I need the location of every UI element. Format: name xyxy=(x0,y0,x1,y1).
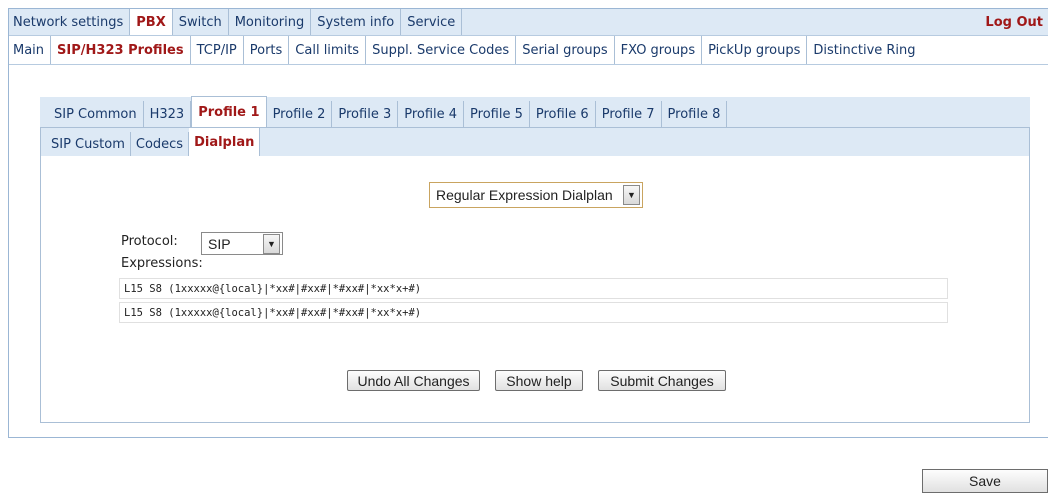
sub-tabs-bar: SIP Custom Codecs Dialplan xyxy=(41,128,1029,156)
protocol-label: Protocol: xyxy=(121,234,178,249)
tab-distinctive-ring[interactable]: Distinctive Ring xyxy=(807,36,921,64)
tab-sip-h323-profiles[interactable]: SIP/H323 Profiles xyxy=(51,36,191,64)
logout-link[interactable]: Log Out xyxy=(985,15,1048,30)
tab-serial-groups[interactable]: Serial groups xyxy=(516,36,615,64)
tab-profile-6[interactable]: Profile 6 xyxy=(530,101,596,127)
tab-profile-4[interactable]: Profile 4 xyxy=(398,101,465,127)
tab-sip-common[interactable]: SIP Common xyxy=(40,101,144,127)
profile-content: SIP Custom Codecs Dialplan Regular Expre… xyxy=(40,127,1030,423)
tab-profile-7[interactable]: Profile 7 xyxy=(596,101,662,127)
tab-codecs[interactable]: Codecs xyxy=(131,132,190,156)
tab-sip-custom[interactable]: SIP Custom xyxy=(41,132,131,156)
tab-profile-8[interactable]: Profile 8 xyxy=(662,101,728,127)
tab-pbx[interactable]: PBX xyxy=(130,9,173,35)
pbx-nav-bar: Main SIP/H323 Profiles TCP/IP Ports Call… xyxy=(9,36,1048,65)
tab-profile-2[interactable]: Profile 2 xyxy=(267,101,333,127)
tab-pickup-groups[interactable]: PickUp groups xyxy=(702,36,808,64)
expression-field[interactable]: L15 S8 (1xxxxx@{local}|*xx#|#xx#|*#xx#|*… xyxy=(119,302,948,323)
save-button[interactable]: Save xyxy=(922,469,1048,493)
tab-system-info[interactable]: System info xyxy=(311,9,402,35)
tab-network-settings[interactable]: Network settings xyxy=(9,9,131,35)
tab-profile-1[interactable]: Profile 1 xyxy=(191,96,267,127)
expression-field[interactable]: L15 S8 (1xxxxx@{local}|*xx#|#xx#|*#xx#|*… xyxy=(119,278,948,299)
tab-tcp-ip[interactable]: TCP/IP xyxy=(191,36,244,64)
protocol-value: SIP xyxy=(208,235,231,252)
tab-h323[interactable]: H323 xyxy=(144,101,192,127)
main-frame: Network settings PBX Switch Monitoring S… xyxy=(8,8,1048,438)
tab-suppl-service-codes[interactable]: Suppl. Service Codes xyxy=(366,36,517,64)
tab-fxo-groups[interactable]: FXO groups xyxy=(615,36,703,64)
chevron-down-icon: ▼ xyxy=(623,185,640,205)
chevron-down-icon: ▼ xyxy=(263,233,280,254)
tab-profile-5[interactable]: Profile 5 xyxy=(464,101,530,127)
undo-all-changes-button[interactable]: Undo All Changes xyxy=(347,370,480,391)
tab-dialplan[interactable]: Dialplan xyxy=(189,128,261,156)
profile-tabs-bar: SIP Common H323 Profile 1 Profile 2 Prof… xyxy=(40,96,1030,127)
dialplan-content: Regular Expression Dialplan ▼ Protocol: … xyxy=(41,156,1029,422)
tab-call-limits[interactable]: Call limits xyxy=(289,36,367,64)
dialplan-mode-select[interactable]: Regular Expression Dialplan ▼ xyxy=(429,182,643,208)
submit-changes-button[interactable]: Submit Changes xyxy=(598,370,726,391)
tab-switch[interactable]: Switch xyxy=(173,9,229,35)
protocol-select[interactable]: SIP ▼ xyxy=(201,232,283,255)
profile-panel: SIP Common H323 Profile 1 Profile 2 Prof… xyxy=(40,96,1030,423)
tab-main[interactable]: Main xyxy=(9,36,52,64)
dialplan-mode-value: Regular Expression Dialplan xyxy=(436,187,613,203)
expressions-label: Expressions: xyxy=(121,256,203,271)
tab-profile-3[interactable]: Profile 3 xyxy=(332,101,399,127)
tab-ports[interactable]: Ports xyxy=(244,36,290,64)
top-nav-bar: Network settings PBX Switch Monitoring S… xyxy=(9,9,1048,36)
show-help-button[interactable]: Show help xyxy=(495,370,583,391)
tab-service[interactable]: Service xyxy=(401,9,463,35)
tab-monitoring[interactable]: Monitoring xyxy=(229,9,312,35)
